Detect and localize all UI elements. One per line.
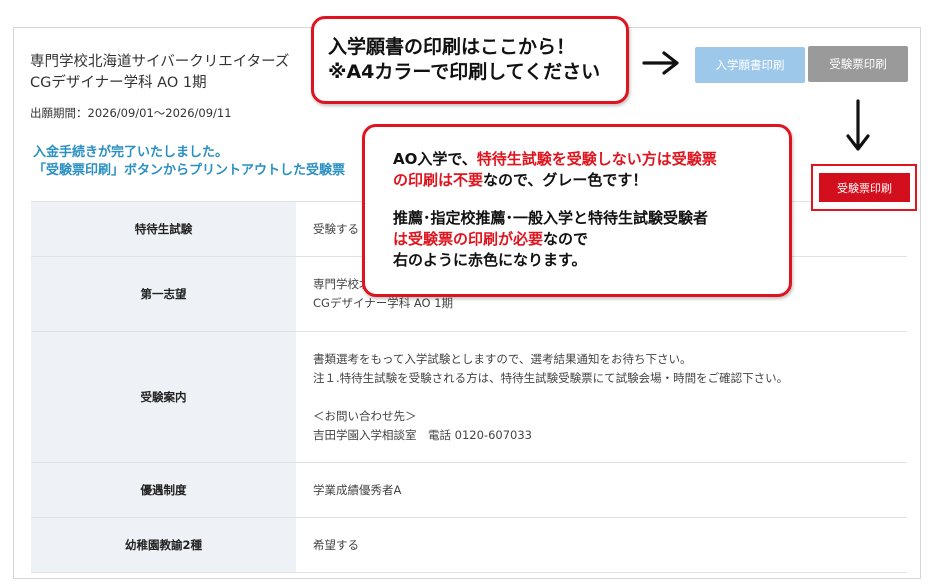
exam-ticket-print-button-disabled[interactable]: 受験票印刷 (808, 46, 908, 82)
course-name: CGデザイナー学科 AO 1期 (30, 75, 207, 91)
callout-application-print: 入学願書の印刷はここから！ ※A4カラーで印刷してください (311, 16, 629, 104)
table-row: 幼稚園教諭2種 希望する (31, 517, 907, 573)
notice-line-2: 「受験票印刷」ボタンからプリントアウトした受験票 (33, 163, 346, 178)
exam-ticket-print-button[interactable]: 受験票印刷 (819, 173, 910, 202)
row-label: 特待生試験 (31, 201, 296, 257)
value-line: 希望する (313, 537, 359, 552)
callout-spacer (393, 191, 789, 208)
value-line: 吉田学園入学相談室 電話 0120-607033 (313, 427, 532, 442)
arrow-right-icon (642, 51, 679, 75)
exam-ticket-highlight: 受験票印刷 (811, 164, 917, 211)
value-spacer (313, 388, 906, 407)
table-row: 優遇制度 学業成績優秀者A (31, 462, 907, 518)
value-line: ＜お問い合わせ先＞ (313, 408, 417, 423)
callout-text: なので (543, 230, 589, 248)
callout-exam-ticket: AO入学で、特待生試験を受験しない方は受験票 の印刷は不要なので、グレー色です！… (362, 124, 792, 297)
value-line: 書類選考をもって入学試験としますので、選考結果通知をお待ち下さい。 (313, 351, 692, 366)
callout-line: 入学願書の印刷はここから！ (328, 36, 576, 58)
row-label: 第一志望 (31, 256, 296, 332)
row-value: 学業成績優秀者A (296, 462, 907, 518)
table-row: 受験案内 書類選考をもって入学試験としますので、選考結果通知をお待ち下さい。 注… (31, 331, 907, 463)
value-line: 注１.特待生試験を受験される方は、特待生試験受験票にて試験会場・時間をご確認下さ… (313, 370, 789, 385)
application-print-button[interactable]: 入学願書印刷 (695, 47, 805, 83)
callout-text: AO入学で、 (393, 150, 477, 168)
application-period: 出願期間：2026/09/01〜2026/09/11 (30, 106, 232, 120)
callout-text-emphasis: 特待生試験を受験しない方は受験票 (476, 150, 717, 168)
callout-line: は受験票の印刷が必要なので (393, 229, 789, 250)
callout-text: なので、グレー色です！ (483, 171, 648, 189)
callout-line: ※A4カラーで印刷してください (328, 61, 601, 83)
school-course-title: 専門学校北海道サイバークリエイターズ CGデザイナー学科 AO 1期 (30, 52, 289, 94)
callout-line: 推薦･指定校推薦･一般入学と特待生試験受験者 (393, 209, 709, 227)
row-label: 優遇制度 (31, 462, 296, 518)
value-line: 学業成績優秀者A (313, 482, 402, 497)
row-label: 幼稚園教諭2種 (31, 517, 296, 573)
school-name: 専門学校北海道サイバークリエイターズ (30, 54, 290, 70)
notice-line-1: 入金手続きが完了いたしました。 (33, 145, 229, 160)
row-value: 希望する (296, 517, 907, 573)
callout-text-emphasis: は受験票の印刷が必要 (393, 230, 544, 248)
arrow-down-icon (846, 99, 870, 151)
row-value: 書類選考をもって入学試験としますので、選考結果通知をお待ち下さい。 注１.特待生… (296, 331, 907, 463)
row-label: 受験案内 (31, 331, 296, 463)
callout-line: AO入学で、特待生試験を受験しない方は受験票 (393, 149, 789, 170)
payment-notice: 入金手続きが完了いたしました。 「受験票印刷」ボタンからプリントアウトした受験票 (33, 144, 345, 180)
callout-line: の印刷は不要なので、グレー色です！ (393, 170, 789, 191)
callout-line: 右のように赤色になります。 (393, 251, 587, 269)
callout-text-emphasis: の印刷は不要 (393, 171, 484, 189)
